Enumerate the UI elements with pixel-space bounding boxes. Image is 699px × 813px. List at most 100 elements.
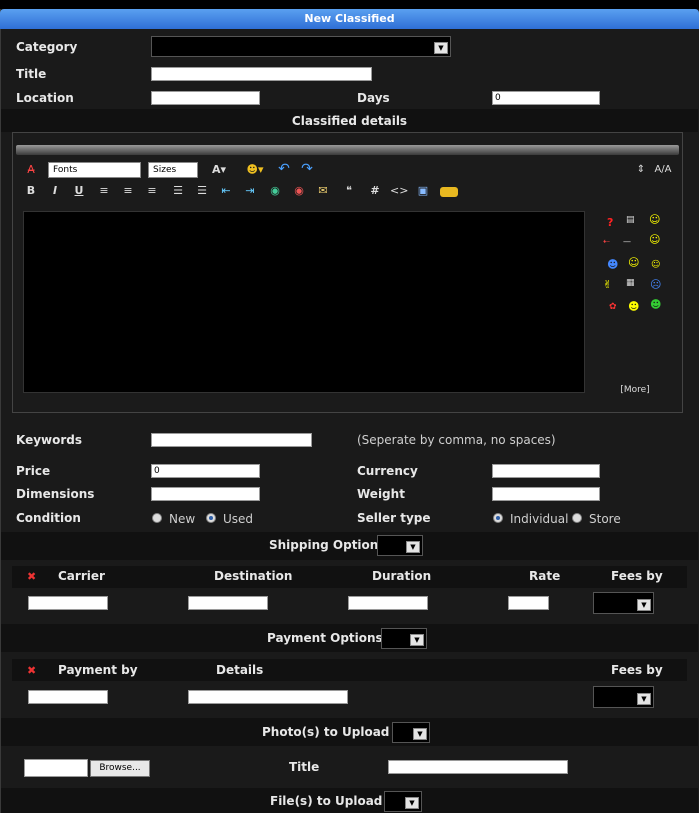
italic-icon[interactable]: I	[47, 184, 63, 198]
sign-smiley-icon[interactable]: ▤	[626, 214, 635, 226]
price-label: Price	[16, 464, 51, 478]
keywords-input[interactable]	[151, 433, 312, 447]
shipping-table-header	[12, 566, 687, 588]
photos-header: Photo(s) to Upload	[262, 725, 390, 739]
media-icon[interactable]	[440, 187, 458, 197]
remove-link-icon[interactable]: ◉	[291, 184, 307, 198]
font-color-icon[interactable]: A▾	[205, 163, 233, 177]
bold-icon[interactable]: B	[23, 184, 39, 198]
redo-icon[interactable]: ↷	[299, 162, 315, 176]
shipping-col-fees-by: Fees by	[611, 569, 663, 583]
quote-icon[interactable]: ❝	[341, 184, 357, 198]
align-center-icon[interactable]: ≡	[120, 184, 136, 198]
payment-options-select[interactable]: ▼	[381, 628, 427, 649]
swap-mode-icon[interactable]: A/A	[654, 163, 672, 177]
arrow-smiley-icon[interactable]: ⇠	[603, 236, 610, 248]
seller-type-label: Seller type	[357, 511, 431, 525]
code-icon[interactable]: <>	[390, 184, 408, 198]
carrier-input[interactable]	[28, 596, 108, 610]
browse-button[interactable]: Browse...	[90, 760, 150, 777]
location-input[interactable]	[151, 91, 260, 105]
ordered-list-icon[interactable]: ☰	[170, 184, 186, 198]
files-count-select[interactable]: ▼	[384, 791, 422, 812]
price-input[interactable]: 0	[151, 464, 260, 478]
email-icon[interactable]: ✉	[315, 184, 331, 198]
weight-input[interactable]	[492, 487, 600, 501]
underline-icon[interactable]: U	[71, 184, 87, 198]
condition-used-label: Used	[223, 512, 254, 526]
days-input[interactable]: 0	[492, 91, 600, 105]
align-right-icon[interactable]: ≡	[144, 184, 160, 198]
shipping-fees-by-select[interactable]: ▼	[593, 592, 654, 614]
shipping-col-rate: Rate	[529, 569, 561, 583]
board-smiley-icon[interactable]: ▦	[626, 277, 635, 289]
resize-icon[interactable]: ⇕	[633, 163, 649, 177]
title-input[interactable]	[151, 67, 372, 81]
shipping-header: Shipping Option	[269, 538, 379, 552]
more-smileys-link[interactable]: [More]	[617, 383, 653, 397]
smiley-picker-icon[interactable]: ☻▾	[241, 163, 269, 177]
green-smiley-icon[interactable]: ☻	[650, 299, 661, 311]
line-smiley-icon[interactable]: —	[623, 236, 631, 248]
seller-store-radio[interactable]	[572, 513, 582, 523]
insert-link-icon[interactable]: ◉	[267, 184, 283, 198]
rose-smiley-icon[interactable]: ✿	[609, 301, 617, 313]
photos-count-select[interactable]: ▼	[392, 722, 430, 743]
days-label: Days	[357, 91, 390, 105]
rate-input[interactable]	[508, 596, 549, 610]
condition-used-radio[interactable]	[206, 513, 216, 523]
duration-input[interactable]	[348, 596, 428, 610]
wave-smiley-icon[interactable]: ☺	[649, 214, 660, 226]
chevron-down-icon: ▼	[637, 599, 651, 611]
delete-row-icon[interactable]: ✖	[27, 570, 36, 583]
payment-details-input[interactable]	[188, 690, 348, 704]
condition-new-radio[interactable]	[152, 513, 162, 523]
font-select[interactable]: Fonts	[48, 162, 141, 178]
location-label: Location	[16, 91, 74, 105]
photo-file-input[interactable]	[24, 759, 88, 777]
size-select[interactable]: Sizes	[148, 162, 198, 178]
cool-smiley-icon[interactable]: ☻	[628, 301, 639, 313]
laugh-smiley-icon[interactable]: ☺	[628, 257, 639, 269]
chevron-down-icon: ▼	[410, 634, 424, 646]
payment-by-input[interactable]	[28, 690, 108, 704]
payment-col-details: Details	[216, 663, 264, 677]
blue-smiley-icon[interactable]: ☻	[607, 259, 618, 271]
happy-smiley-icon[interactable]: ☺	[649, 234, 660, 246]
alien-smiley-icon[interactable]: ☹	[650, 279, 661, 291]
editor-textarea[interactable]	[23, 211, 585, 393]
dimensions-input[interactable]	[151, 487, 260, 501]
destination-input[interactable]	[188, 596, 268, 610]
payment-fees-by-select[interactable]: ▼	[593, 686, 654, 708]
seller-store-label: Store	[589, 512, 621, 526]
keywords-label: Keywords	[16, 433, 83, 447]
indent-icon[interactable]: ⇥	[242, 184, 258, 198]
category-select[interactable]: ▼	[151, 36, 451, 57]
condition-label: Condition	[16, 511, 81, 525]
question-smiley-icon[interactable]: ?	[607, 217, 613, 229]
align-left-icon[interactable]: ≡	[96, 184, 112, 198]
editor-resize-bar[interactable]	[16, 145, 679, 155]
dimensions-label: Dimensions	[16, 487, 95, 501]
currency-input[interactable]	[492, 464, 600, 478]
photo-title-label: Title	[289, 760, 320, 774]
seller-individual-label: Individual	[510, 512, 569, 526]
hash-icon[interactable]: #	[367, 184, 383, 198]
shipping-col-duration: Duration	[372, 569, 432, 583]
shipping-option-select[interactable]: ▼	[377, 535, 423, 556]
outdent-icon[interactable]: ⇤	[218, 184, 234, 198]
unordered-list-icon[interactable]: ☰	[194, 184, 210, 198]
photo-title-input[interactable]	[388, 760, 568, 774]
details-header: Classified details	[291, 114, 408, 128]
remove-format-icon[interactable]: A̶	[23, 163, 39, 177]
image-icon[interactable]: ▣	[415, 184, 431, 198]
payment-header: Payment Options	[267, 631, 383, 645]
thumbs-smiley-icon[interactable]: ✌	[603, 279, 612, 291]
files-header: File(s) to Upload	[270, 794, 383, 808]
delete-row-icon[interactable]: ✖	[27, 664, 36, 677]
title-label: Title	[16, 67, 47, 81]
seller-individual-radio[interactable]	[493, 513, 503, 523]
small-smiley-icon[interactable]: ☺	[651, 259, 660, 271]
undo-icon[interactable]: ↶	[276, 162, 292, 176]
payment-col-fees-by: Fees by	[611, 663, 663, 677]
